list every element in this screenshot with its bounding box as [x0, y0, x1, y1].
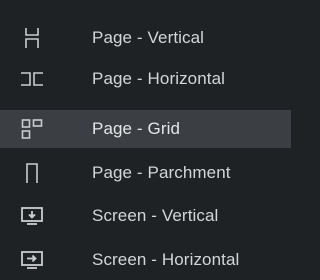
menu-item-label: Page - Horizontal [92, 69, 226, 88]
menu-item-label: Page - Grid [92, 119, 181, 138]
scroll-layout-menu: Page - Vertical Page - Horizontal Page -… [0, 0, 291, 280]
menu-item-page-horizontal[interactable]: Page - Horizontal [0, 60, 291, 98]
menu-item-label: Page - Parchment [92, 163, 231, 182]
menu-item-label: Page - Vertical [92, 28, 205, 47]
menu-item-page-grid[interactable]: Page - Grid [0, 110, 291, 148]
menu-item-label: Screen - Vertical [92, 206, 219, 225]
page-grid-icon [20, 117, 44, 141]
menu-item-screen-horizontal[interactable]: Screen - Horizontal [0, 241, 291, 279]
screen-horizontal-icon [20, 248, 44, 272]
menu-item-screen-vertical[interactable]: Screen - Vertical [0, 197, 291, 235]
page-horizontal-icon [20, 67, 44, 91]
menu-item-page-parchment[interactable]: Page - Parchment [0, 154, 291, 192]
page-parchment-icon [20, 161, 44, 185]
menu-item-page-vertical[interactable]: Page - Vertical [0, 19, 291, 57]
menu-item-label: Screen - Horizontal [92, 250, 240, 269]
screen-vertical-icon [20, 204, 44, 228]
page-vertical-icon [20, 26, 44, 50]
